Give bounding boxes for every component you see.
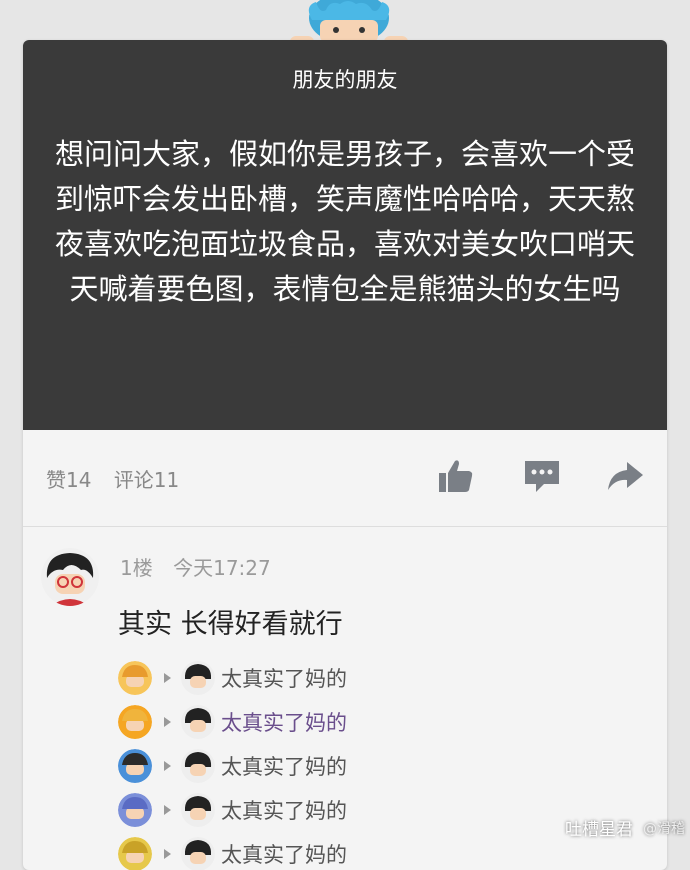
reply-text: 太真实了妈的 (221, 843, 347, 867)
watermark: 吐槽星君 @滑稽 (565, 815, 685, 840)
comment-meta: 1楼 今天17:27 (120, 552, 285, 581)
post-source-label: 朋友的朋友 (292, 68, 398, 92)
reply-item[interactable]: 太真实了妈的 (118, 746, 347, 786)
post-stats: 赞14 评论11 (46, 464, 195, 493)
comment-count[interactable]: 评论11 (114, 468, 179, 492)
reply-text: 太真实了妈的 (221, 755, 347, 779)
like-count[interactable]: 赞14 (46, 468, 91, 492)
watermark-main: 吐槽星君 (565, 820, 633, 840)
reply-item[interactable]: 太真实了妈的 (118, 658, 347, 698)
avatar (181, 749, 215, 783)
comment-text: 其实 长得好看就行 (118, 609, 343, 640)
avatar (181, 793, 215, 827)
reply-text: 太真实了妈的 (221, 799, 347, 823)
avatar (118, 749, 152, 783)
avatar (118, 661, 152, 695)
reply-arrow-icon (164, 761, 171, 771)
reply-item[interactable]: 太真实了妈的 (118, 790, 347, 830)
avatar (181, 705, 215, 739)
post-action-bar: 赞14 评论11 (23, 430, 667, 527)
commenter-avatar[interactable] (41, 548, 99, 606)
floor-number: 1楼 (120, 556, 153, 580)
avatar (118, 793, 152, 827)
thumbs-up-icon[interactable] (436, 456, 476, 496)
reply-text: 太真实了妈的 (221, 667, 347, 691)
comment-icon[interactable] (522, 456, 562, 496)
reply-text: 太真实了妈的 (221, 711, 347, 735)
reply-item[interactable]: 太真实了妈的 (118, 834, 347, 870)
reply-arrow-icon (164, 673, 171, 683)
avatar (118, 705, 152, 739)
comment-time: 今天17:27 (173, 556, 271, 580)
reply-arrow-icon (164, 717, 171, 727)
avatar (181, 661, 215, 695)
watermark-sub: @滑稽 (643, 820, 685, 837)
reply-item[interactable]: 太真实了妈的 (118, 702, 347, 742)
post-card: 朋友的朋友 想问问大家，假如你是男孩子，会喜欢一个受到惊吓会发出卧槽，笑声魔性哈… (23, 40, 667, 870)
reply-arrow-icon (164, 805, 171, 815)
post-text: 想问问大家，假如你是男孩子，会喜欢一个受到惊吓会发出卧槽，笑声魔性哈哈哈，天天熬… (54, 137, 635, 306)
avatar (118, 837, 152, 870)
post-content[interactable]: 朋友的朋友 想问问大家，假如你是男孩子，会喜欢一个受到惊吓会发出卧槽，笑声魔性哈… (23, 40, 667, 430)
share-icon[interactable] (605, 456, 645, 496)
avatar (181, 837, 215, 870)
